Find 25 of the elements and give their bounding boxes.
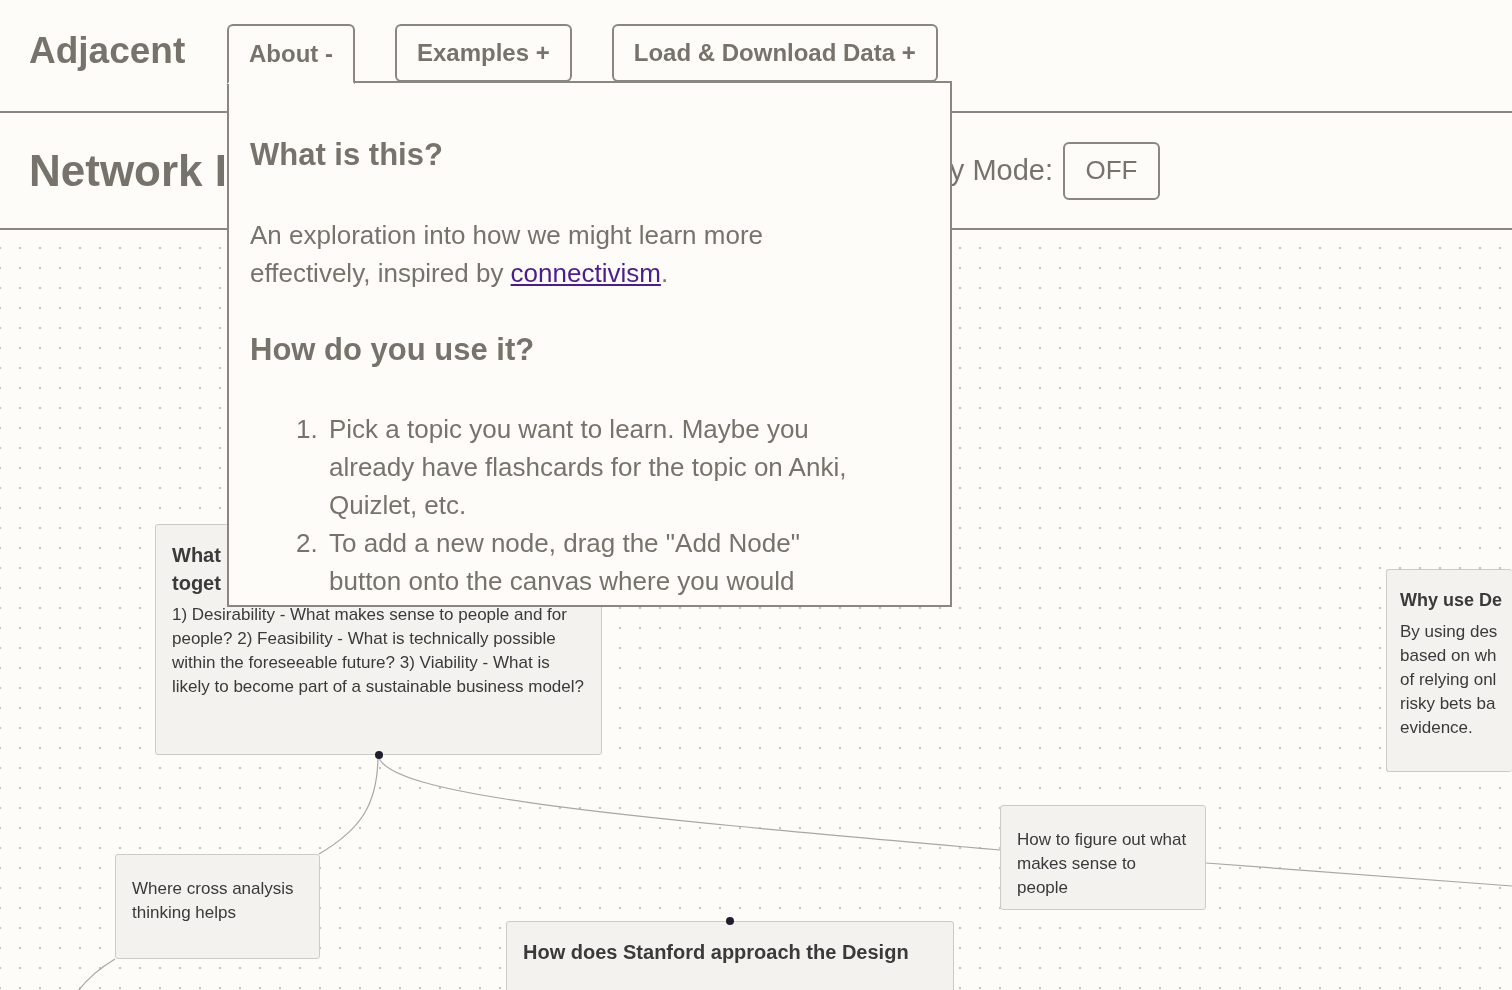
node-title: How does Stanford approach the Design — [523, 940, 910, 965]
node-text: By using des based on wh of relying onl risky bets ba evidence. — [1400, 621, 1499, 739]
connection-handle[interactable] — [726, 917, 734, 925]
intro-text: An exploration into how we might learn more effectively, inspired by connectivism. — [250, 219, 765, 290]
menu-button[interactable]: About - — [227, 24, 355, 84]
node-text: How to figure out what makes sense to people — [1017, 829, 1188, 899]
network-title: Network I — [29, 145, 228, 196]
app-logo: Adjacent — [29, 30, 187, 72]
instruction-item: 1. Pick a topic you want to learn. Maybe you already have flashcards for the topic on Anki, Quizlet, etc. — [296, 413, 848, 522]
node-card[interactable]: How to figure out what makes sense to people — [1000, 805, 1206, 910]
node-title: Why use De — [1400, 589, 1504, 612]
menu-button[interactable]: Load & Download Data + — [611, 24, 938, 82]
section-heading: How do you use it? — [250, 331, 536, 369]
edge-line — [77, 958, 116, 990]
node-text: 1) Desirability - What makes sense to people and for people? 2) Feasibility - What is technically possible within the foreseeable future? 3) Viability - What is likely to become part of a sustainable business model? — [172, 604, 585, 698]
node-card[interactable]: Why use De By using des based on wh of relying onl risky bets ba evidence. — [1386, 569, 1512, 772]
section-heading: What is this? — [250, 136, 444, 174]
instruction-item: 2. To add a new node, drag the "Add Node" button onto the canvas where you would — [296, 527, 801, 598]
menu-button[interactable]: Examples + — [394, 24, 572, 82]
node-title: What toget — [172, 543, 222, 596]
node-text: Where cross analysis thinking helps — [132, 878, 295, 924]
node-card[interactable]: Where cross analysis thinking helps — [115, 854, 320, 959]
connection-handle[interactable] — [374, 751, 383, 759]
mode-toggle[interactable]: OFF — [1063, 141, 1160, 200]
connectivism-link[interactable]: connectivism — [510, 258, 661, 288]
